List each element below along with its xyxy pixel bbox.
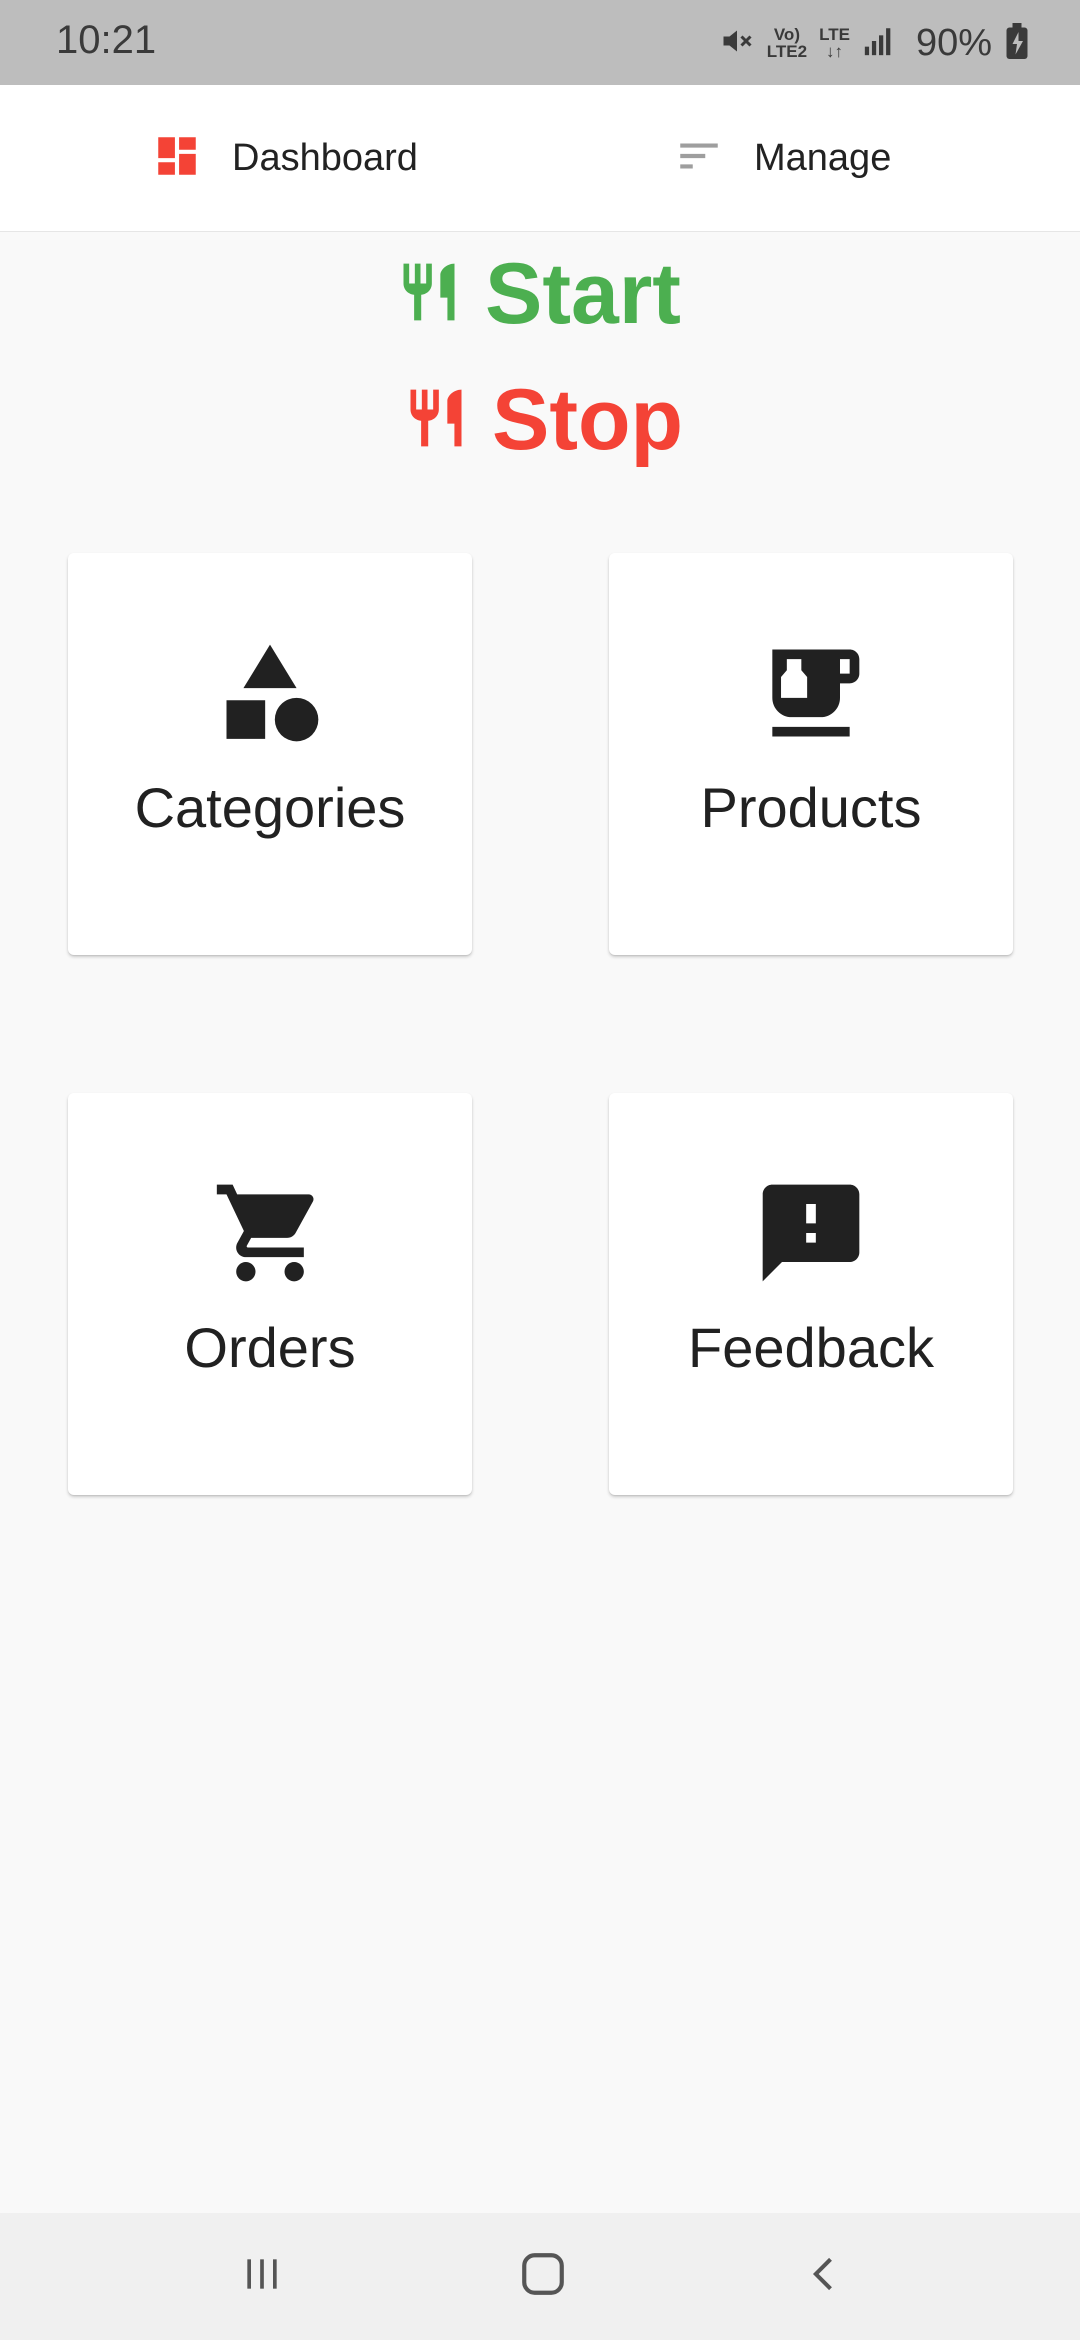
battery-charging-icon <box>1004 22 1030 64</box>
tab-dashboard[interactable]: Dashboard <box>152 85 418 232</box>
category-icon <box>68 635 472 751</box>
volte-label: Vo) <box>773 25 800 44</box>
products-label: Products <box>700 776 922 839</box>
top-navigation: Dashboard Manage <box>0 85 1080 232</box>
stop-label: Stop <box>492 372 684 468</box>
stop-service-button[interactable]: Stop <box>402 371 683 470</box>
dashboard-icon <box>152 131 202 186</box>
lte-indicator: LTE ↓↑ <box>819 25 850 61</box>
orders-label: Orders <box>184 1316 356 1379</box>
feedback-icon <box>609 1175 1013 1291</box>
tab-manage-label: Manage <box>754 137 892 179</box>
home-icon <box>518 2249 568 2304</box>
products-card[interactable]: Products <box>609 553 1013 955</box>
orders-card[interactable]: Orders <box>68 1093 472 1495</box>
start-label: Start <box>485 246 681 342</box>
battery-percent: 90% <box>915 21 992 64</box>
status-bar: 10:21 Vo) LTE2 LTE ↓↑ 90% <box>0 0 1080 85</box>
system-navigation-bar <box>0 2213 1080 2340</box>
sort-icon <box>674 131 724 186</box>
signal-icon <box>862 24 896 63</box>
volte-indicator: Vo) LTE2 <box>767 26 807 60</box>
start-service-button[interactable]: Start <box>395 245 681 344</box>
lte-label: LTE <box>819 25 850 44</box>
coffee-cup-icon <box>609 635 1013 751</box>
feedback-card[interactable]: Feedback <box>609 1093 1013 1495</box>
categories-label: Categories <box>134 776 406 839</box>
lte2-label: LTE2 <box>766 42 808 61</box>
recent-apps-button[interactable] <box>227 2241 297 2311</box>
home-button[interactable] <box>508 2241 578 2311</box>
status-time: 10:21 <box>56 18 157 62</box>
restaurant-icon <box>395 258 463 331</box>
status-icons: Vo) LTE2 LTE ↓↑ 90% <box>719 18 1030 68</box>
tab-manage[interactable]: Manage <box>674 85 891 232</box>
back-button[interactable] <box>790 2241 860 2311</box>
feedback-label: Feedback <box>688 1316 934 1379</box>
categories-card[interactable]: Categories <box>68 553 472 955</box>
recent-apps-icon <box>240 2252 284 2301</box>
back-icon <box>803 2252 847 2301</box>
shopping-cart-icon <box>68 1175 472 1291</box>
mute-icon <box>719 23 755 64</box>
tab-dashboard-label: Dashboard <box>232 137 418 179</box>
restaurant-icon <box>402 384 470 457</box>
